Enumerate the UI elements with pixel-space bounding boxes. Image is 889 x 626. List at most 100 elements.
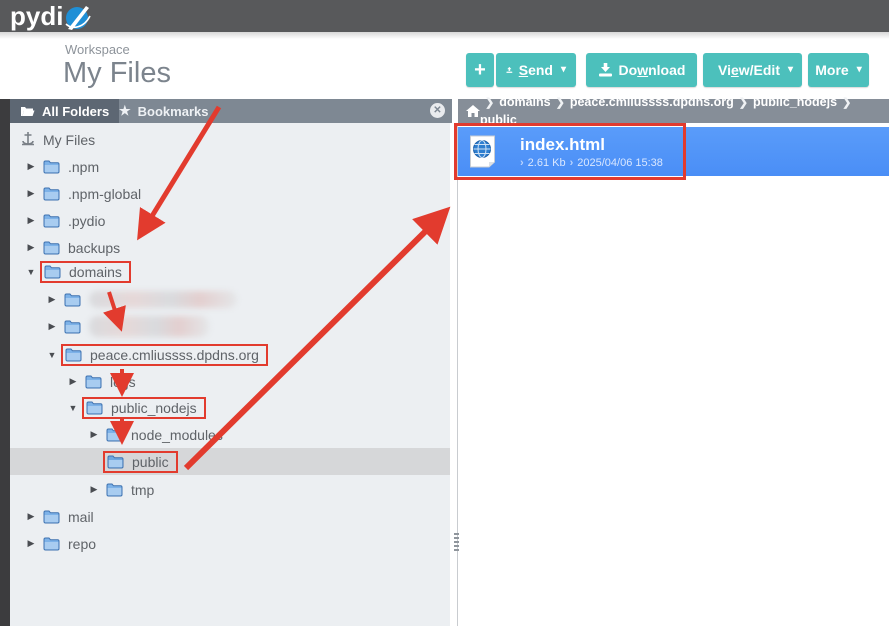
breadcrumb-items: ❯ domains ❯ peace.cmliussss.dpdns.org ❯ publi… [480, 93, 889, 129]
folder-icon [106, 428, 123, 442]
breadcrumb: ❯domains❯peace.cmliussss.dpdns.org❯publi… [458, 99, 889, 123]
close-panel-icon[interactable]: ✕ [430, 103, 445, 118]
tree-item-label: public_nodejs [111, 400, 197, 416]
tree-node [61, 289, 245, 310]
html-file-icon [469, 135, 496, 168]
file-row-index-html[interactable]: index.html › 2.61 Kb › 2025/04/06 15:38 [458, 127, 889, 176]
tree-item-label: logs [110, 374, 136, 390]
tree-item-label: repo [68, 536, 96, 552]
tab-all-folders-label: All Folders [42, 104, 109, 119]
breadcrumb-item[interactable]: public_nodejs [753, 95, 837, 109]
download-icon [598, 63, 613, 77]
tree-item-label: peace.cmliussss.dpdns.org [90, 347, 259, 363]
tree-item-node-modules[interactable]: ▶ node_modules [10, 421, 450, 448]
tree-item-label: node_modules [131, 427, 223, 443]
folder-icon [65, 348, 82, 362]
upload-icon [506, 63, 513, 77]
folder-icon [43, 537, 60, 551]
panel-resize-grip[interactable] [453, 531, 460, 553]
send-button[interactable]: Send ▾ [496, 53, 576, 87]
breadcrumb-item[interactable]: public [480, 113, 517, 127]
tab-all-folders[interactable]: All Folders [10, 99, 119, 123]
tab-bookmarks[interactable]: ★ Bookmarks [109, 99, 218, 123]
breadcrumb-item[interactable]: domains [499, 95, 550, 109]
folder-icon [43, 160, 60, 174]
tree-item-public-nodejs[interactable]: ▼ public_nodejs [10, 394, 450, 421]
tab-bookmarks-label: Bookmarks [138, 104, 209, 119]
chevron-down-icon: ▾ [857, 65, 862, 75]
collapse-arrow-icon[interactable]: ▼ [46, 350, 58, 360]
redacted-label [89, 291, 237, 308]
view-edit-label: View/Edit [718, 62, 780, 78]
tree-item-peace-cmliussss-dpdns-org[interactable]: ▼ peace.cmliussss.dpdns.org [10, 341, 450, 368]
expand-arrow-icon[interactable]: ▶ [25, 242, 37, 253]
send-label: Send [519, 62, 553, 78]
tree-item-label: My Files [43, 132, 95, 148]
download-button[interactable]: Download [586, 53, 697, 87]
expand-arrow-icon[interactable]: ▶ [25, 538, 37, 549]
folder-icon [86, 401, 103, 415]
header-shadow [0, 32, 889, 39]
pydio-logo: pydi [10, 0, 92, 32]
folder-tree-panel: My Files▶ .npm▶ .npm-global▶ .pydio▶ bac… [10, 123, 450, 626]
tree-item-tmp[interactable]: ▶ tmp [10, 476, 450, 503]
folder-icon [43, 241, 60, 255]
chevron-down-icon: ▾ [788, 65, 793, 75]
download-label: Download [619, 62, 686, 78]
tree-node: public_nodejs [82, 397, 206, 419]
expand-arrow-icon[interactable]: ▶ [88, 484, 100, 495]
file-date: 2025/04/06 15:38 [577, 157, 663, 169]
tree-item-label: .npm [68, 159, 99, 175]
breadcrumb-separator: ❯ [739, 97, 748, 109]
expand-arrow-icon[interactable]: ▶ [46, 294, 58, 305]
tree-item-my-files[interactable]: My Files [10, 126, 450, 153]
tree-item-redacted[interactable]: ▶ [10, 313, 450, 340]
app-header: pydi [0, 0, 889, 32]
create-new-button[interactable]: + [466, 53, 494, 87]
expand-arrow-icon[interactable]: ▶ [25, 215, 37, 226]
breadcrumb-separator: ❯ [842, 97, 851, 109]
tree-item-backups[interactable]: ▶ backups [10, 234, 450, 261]
tree-item--npm[interactable]: ▶ .npm [10, 153, 450, 180]
star-icon: ★ [119, 103, 131, 119]
tree-item-mail[interactable]: ▶ mail [10, 503, 450, 530]
collapse-arrow-icon[interactable]: ▼ [25, 267, 37, 277]
tree-node [61, 314, 217, 339]
more-label: More [815, 62, 848, 78]
breadcrumb-separator: ❯ [485, 97, 494, 109]
tree-item-logs[interactable]: ▶ logs [10, 368, 450, 395]
plus-icon: + [474, 59, 486, 82]
expand-arrow-icon[interactable]: ▶ [88, 429, 100, 440]
expand-arrow-icon[interactable]: ▶ [25, 161, 37, 172]
folder-icon [64, 293, 81, 307]
folder-icon [43, 214, 60, 228]
file-size: 2.61 Kb [528, 157, 566, 169]
tree-item-repo[interactable]: ▶ repo [10, 530, 450, 557]
expand-arrow-icon[interactable]: ▶ [25, 188, 37, 199]
tree-item-domains[interactable]: ▼ domains [10, 258, 450, 285]
tree-item-redacted[interactable]: ▶ [10, 286, 450, 313]
more-button[interactable]: More ▾ [808, 53, 869, 87]
open-folder-icon [20, 105, 35, 117]
tree-item--pydio[interactable]: ▶ .pydio [10, 207, 450, 234]
pydio-logo-text: pydi [10, 1, 63, 31]
tree-item-label: .npm-global [68, 186, 141, 202]
tree-node: tmp [103, 480, 162, 500]
breadcrumb-separator: ❯ [556, 97, 565, 109]
tree-item-public[interactable]: public [10, 448, 450, 475]
home-icon[interactable] [466, 105, 480, 118]
tree-node: logs [82, 372, 144, 392]
tree-node: domains [40, 261, 131, 283]
file-info: index.html › 2.61 Kb › 2025/04/06 15:38 [520, 135, 663, 169]
tree-node: peace.cmliussss.dpdns.org [61, 344, 268, 366]
tree-item--npm-global[interactable]: ▶ .npm-global [10, 180, 450, 207]
tree-item-label: public [132, 454, 169, 470]
expand-arrow-icon[interactable]: ▶ [46, 321, 58, 332]
breadcrumb-item[interactable]: peace.cmliussss.dpdns.org [570, 95, 734, 109]
expand-arrow-icon[interactable]: ▶ [67, 376, 79, 387]
view-edit-button[interactable]: View/Edit ▾ [703, 53, 802, 87]
expand-arrow-icon[interactable]: ▶ [25, 511, 37, 522]
collapse-arrow-icon[interactable]: ▼ [67, 403, 79, 413]
tree-item-label: tmp [131, 482, 154, 498]
workspace-label: Workspace [65, 42, 130, 57]
